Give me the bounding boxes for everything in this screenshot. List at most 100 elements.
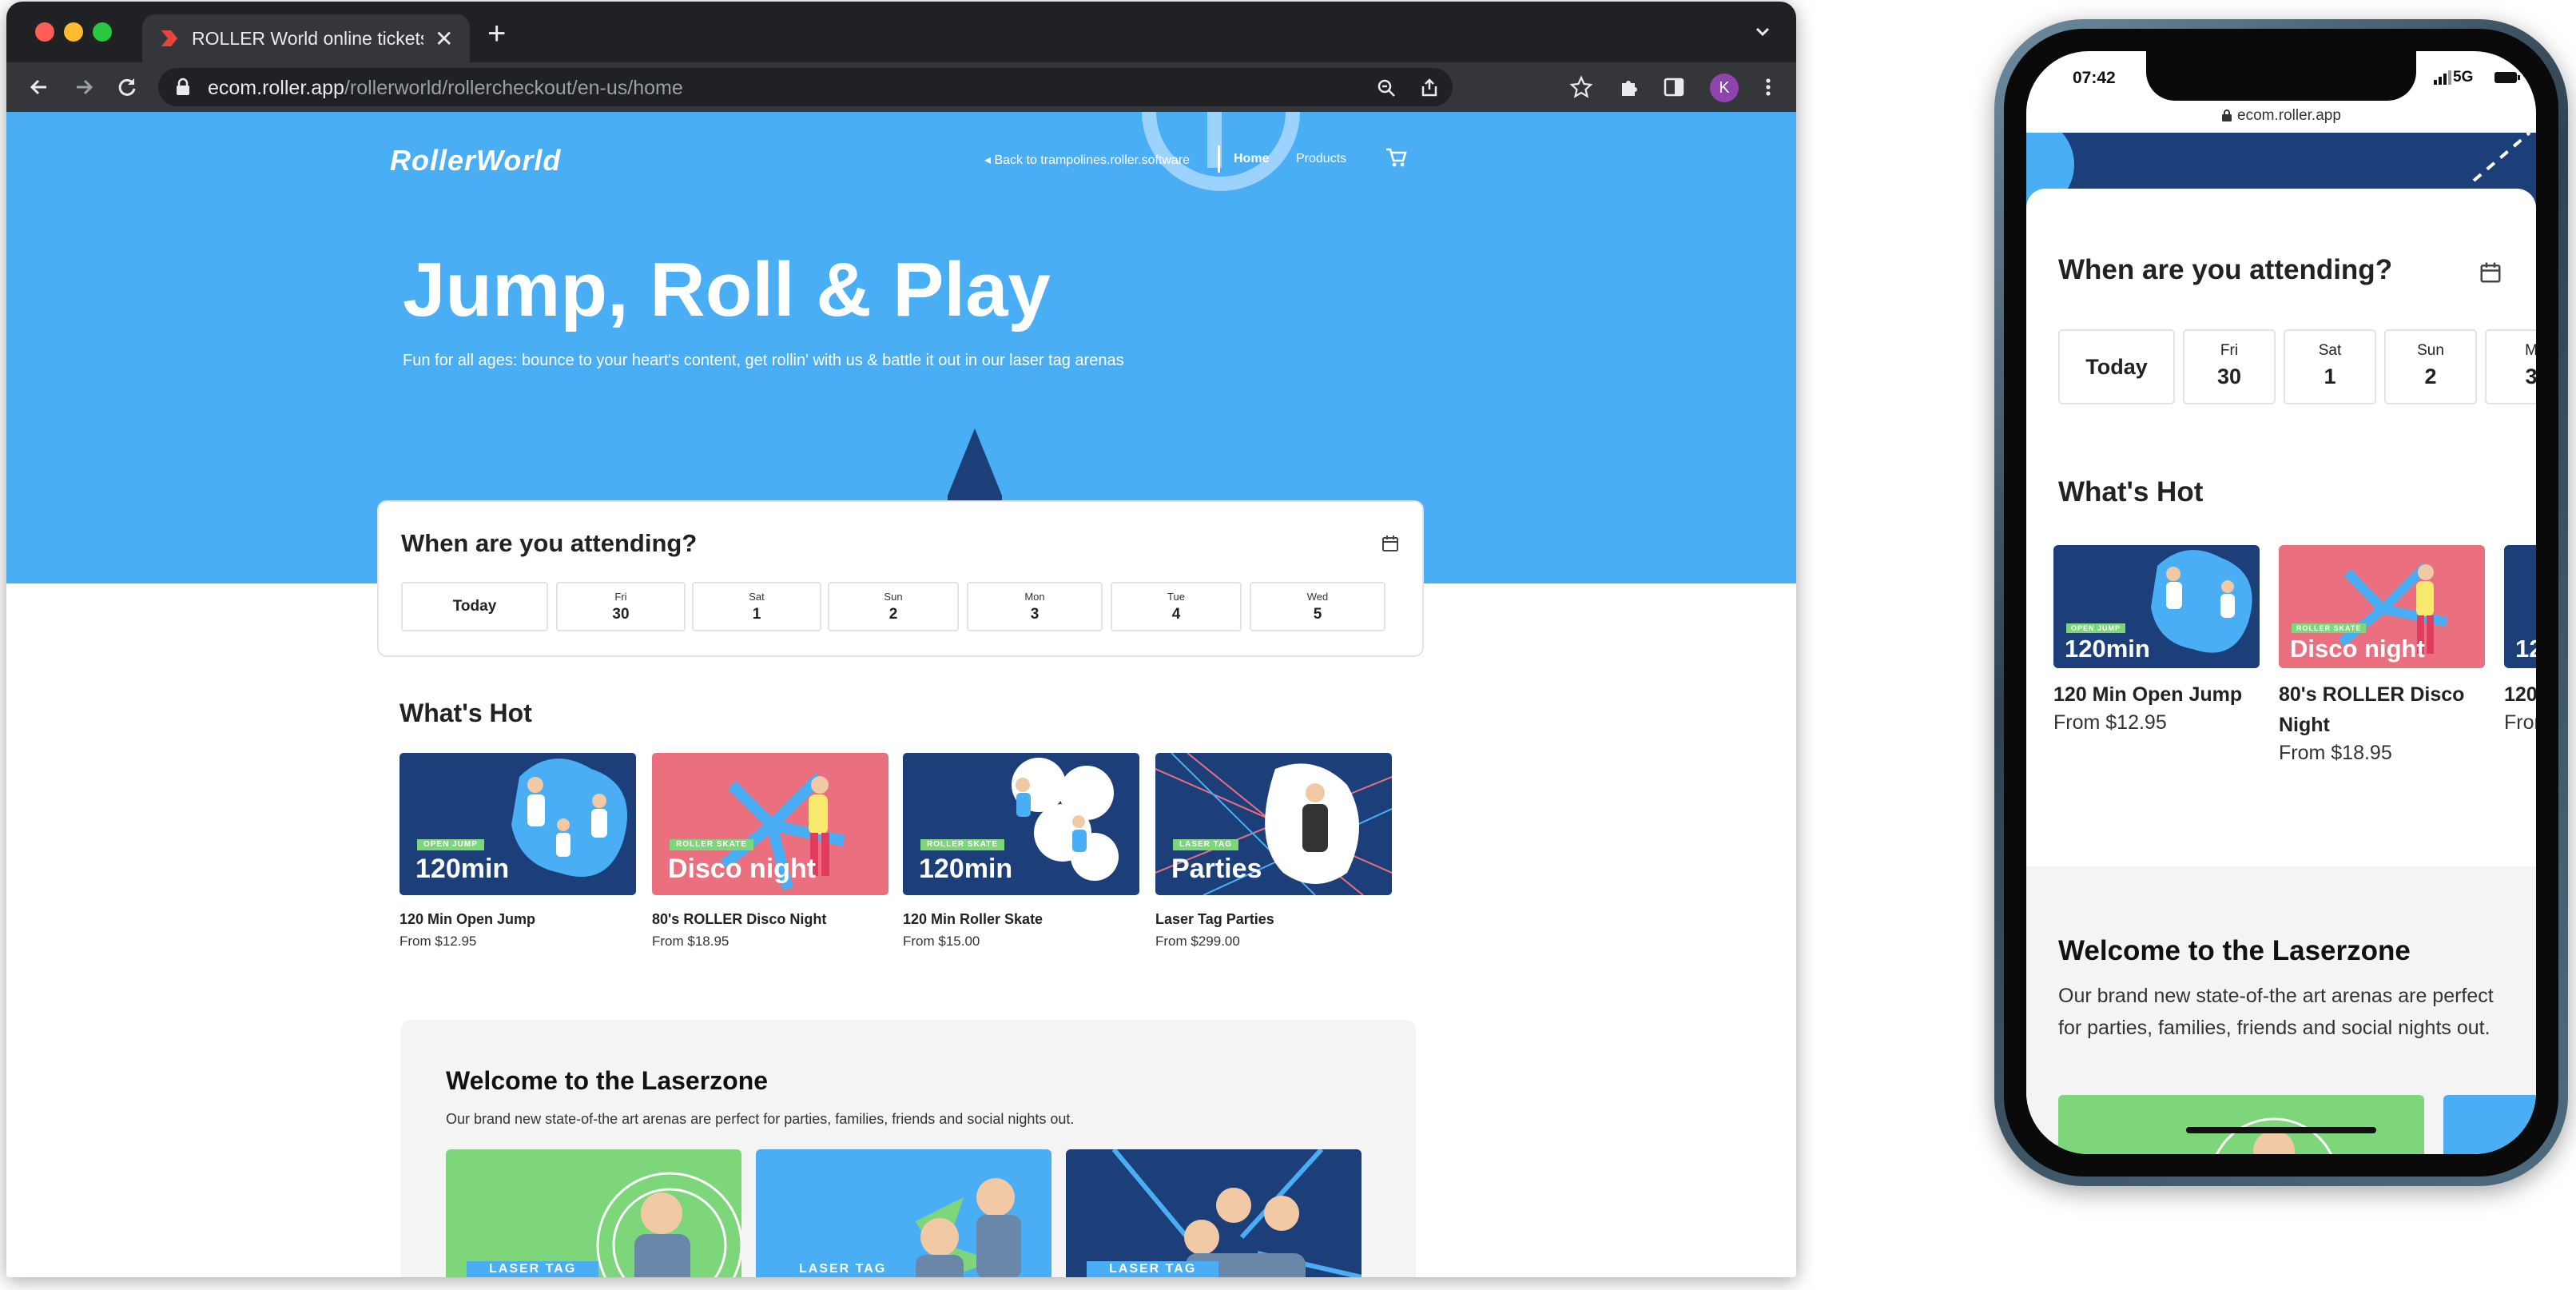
product-headline: 120min	[415, 854, 510, 884]
nav-divider	[1218, 145, 1220, 173]
laser-card-3[interactable]: LASER TAG	[1066, 1149, 1362, 1277]
product-image: OPEN JUMP 120min	[2053, 545, 2260, 668]
maximize-window-button[interactable]	[93, 22, 112, 42]
product-category-tag: ROLLER SKATE	[920, 839, 1005, 850]
back-icon[interactable]	[27, 75, 51, 99]
date-fri-button[interactable]: Fri 30	[556, 582, 686, 631]
product-price: From $18.95	[2279, 742, 2392, 764]
star-icon[interactable]	[1569, 75, 1593, 99]
roller-favicon-icon	[161, 30, 177, 46]
product-card-disco-night[interactable]: ROLLER SKATE Disco night 80's ROLLER Dis…	[652, 753, 888, 949]
date-number: 2	[888, 606, 898, 623]
product-card-roller-skate[interactable]: ROLLER SKATE 120min 120 Min Roller Skate…	[903, 753, 1139, 949]
browser-toolbar: ecom.roller.app/rollerworld/rollerchecko…	[6, 62, 1796, 112]
browser-tab-active[interactable]: ROLLER World online tickets - ✕	[142, 14, 470, 62]
date-number: 1	[2324, 364, 2336, 388]
date-weekday: Sat	[749, 591, 765, 603]
date-mon-button[interactable]: Mon 3	[967, 582, 1103, 631]
date-weekday: Sun	[2417, 342, 2444, 359]
product-image: LASER TAG Parties	[1155, 753, 1392, 895]
phone-url-bar[interactable]: ecom.roller.app	[2026, 101, 2536, 133]
product-name: 120	[2504, 683, 2536, 706]
home-indicator[interactable]	[2186, 1127, 2376, 1133]
date-picker-card: When are you attending? Today Fri 30 Sat…	[377, 500, 1424, 657]
forward-icon[interactable]	[72, 75, 96, 99]
sidepanel-icon[interactable]	[1662, 75, 1686, 99]
date-number: 1	[752, 606, 761, 623]
phone-whats-hot-heading: What's Hot	[2058, 476, 2204, 508]
product-image: ROLLER SKATE Disco night	[2279, 545, 2485, 668]
product-category-tag: ROLLER SKATE	[670, 839, 754, 850]
product-price: From $299.00	[1155, 934, 1240, 949]
laser-card-1[interactable]: LASER TAG	[446, 1149, 741, 1277]
mobile-phone-frame: 07:42 5G ecom.roller.app When are you at…	[1994, 19, 2568, 1186]
phone-url-text: ecom.roller.app	[2237, 107, 2341, 124]
minimize-window-button[interactable]	[64, 22, 83, 42]
product-headline: 120min	[2065, 635, 2150, 663]
browser-tab-bar: ROLLER World online tickets - ✕ +	[6, 2, 1796, 62]
laser-card-2[interactable]: LASER TAG	[756, 1149, 1051, 1277]
laser-tag-label: LASER TAG	[467, 1261, 599, 1277]
nav-home-link[interactable]: Home	[1234, 152, 1269, 166]
cart-icon[interactable]	[1384, 145, 1408, 169]
date-weekday: Fri	[2220, 342, 2239, 359]
rollerworld-logo[interactable]: RollerWorld	[390, 144, 561, 177]
product-card-laser-tag-parties[interactable]: LASER TAG Parties Laser Tag Parties From…	[1155, 753, 1392, 949]
product-category-tag: LASER TAG	[1173, 839, 1239, 850]
profile-avatar[interactable]: K	[1710, 74, 1739, 102]
date-weekday: Mon	[1024, 591, 1045, 603]
reload-icon[interactable]	[115, 75, 139, 99]
hero-title: Jump, Roll & Play	[403, 247, 1051, 332]
date-sun-button[interactable]: Sun 2	[828, 582, 959, 631]
date-weekday: Fri	[614, 591, 627, 603]
tab-search-chevron-icon[interactable]	[1751, 21, 1774, 43]
close-window-button[interactable]	[35, 22, 54, 42]
zoom-icon[interactable]	[1376, 78, 1397, 98]
share-icon[interactable]	[1419, 78, 1440, 98]
url-text: ecom.roller.app/rollerworld/rollerchecko…	[208, 77, 683, 99]
product-name: 80's ROLLER Disco Night	[652, 911, 827, 927]
date-tue-button[interactable]: Tue 4	[1111, 582, 1242, 631]
back-to-site-link[interactable]: ◂ Back to trampolines.roller.software	[984, 152, 1190, 168]
date-number: 3	[1030, 606, 1040, 623]
lock-icon[interactable]	[174, 78, 192, 97]
date-sat-button[interactable]: Sat 1	[692, 582, 821, 631]
phone-date-sat-button[interactable]: Sat 1	[2284, 329, 2376, 404]
date-number: 3	[2525, 364, 2536, 388]
date-wed-button[interactable]: Wed 5	[1250, 582, 1385, 631]
menu-icon[interactable]	[1756, 75, 1780, 99]
lock-icon	[2222, 109, 2232, 121]
address-bar[interactable]: ecom.roller.app/rollerworld/rollerchecko…	[158, 68, 1453, 106]
date-weekday: Tue	[1167, 591, 1185, 603]
product-price: From	[2504, 711, 2536, 734]
tab-close-icon[interactable]: ✕	[435, 26, 453, 52]
date-today-label: Today	[2085, 355, 2148, 379]
date-number: 5	[1313, 606, 1322, 623]
product-headline: 12	[2515, 635, 2536, 663]
phone-laser-card-2[interactable]	[2443, 1095, 2536, 1154]
product-card-open-jump[interactable]: OPEN JUMP 120min 120 Min Open Jump From …	[400, 753, 636, 949]
phone-laser-card-1[interactable]	[2058, 1095, 2424, 1154]
date-today-button[interactable]: Today	[401, 582, 548, 631]
calendar-icon[interactable]	[1381, 534, 1400, 553]
nav-products-link[interactable]: Products	[1296, 152, 1346, 166]
extensions-icon[interactable]	[1617, 75, 1641, 99]
product-name: 120 Min Open Jump	[2053, 683, 2243, 706]
phone-product-partial[interactable]: 12 120 From	[2504, 545, 2536, 734]
new-tab-button[interactable]: +	[487, 18, 506, 50]
phone-product-disco-night[interactable]: ROLLER SKATE Disco night 80's ROLLER Dis…	[2279, 545, 2485, 764]
calendar-icon[interactable]	[2479, 261, 2502, 285]
product-headline: Disco night	[668, 854, 817, 884]
phone-product-open-jump[interactable]: OPEN JUMP 120min 120 Min Open Jump From …	[2053, 545, 2260, 734]
product-category-tag: OPEN JUMP	[2066, 623, 2126, 633]
phone-date-mon-button[interactable]: M 3	[2485, 329, 2536, 404]
phone-clock: 07:42	[2073, 69, 2116, 87]
product-name: 80's ROLLER Disco Night	[2279, 683, 2465, 736]
laser-card-artwork	[2215, 1117, 2333, 1154]
product-image: ROLLER SKATE Disco night	[652, 753, 888, 895]
phone-attending-heading: When are you attending?	[2058, 254, 2393, 285]
desktop-browser-window: ROLLER World online tickets - ✕ + ecom.r…	[6, 2, 1796, 1277]
phone-date-today-button[interactable]: Today	[2058, 329, 2175, 404]
phone-date-fri-button[interactable]: Fri 30	[2183, 329, 2276, 404]
phone-date-sun-button[interactable]: Sun 2	[2384, 329, 2477, 404]
